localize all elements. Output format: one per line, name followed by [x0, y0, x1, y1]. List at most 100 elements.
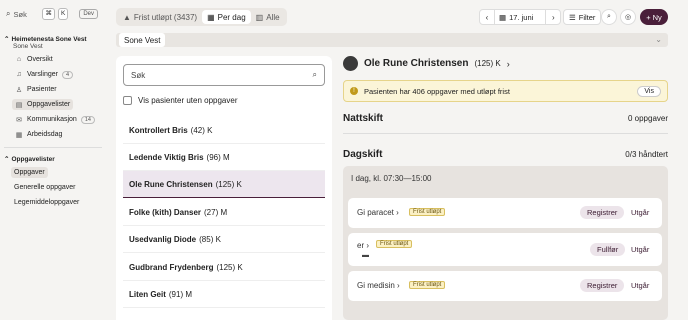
dev-badge[interactable]: Dev — [79, 9, 98, 19]
overdue-badge: Frist utløpt — [376, 240, 413, 248]
bell-icon: ♫ — [16, 71, 22, 78]
sidebar-item-label: Oversikt — [27, 56, 53, 63]
tab-label: Alle — [266, 12, 280, 22]
sidebar-list-legemiddel[interactable]: Legemiddeloppgaver — [11, 197, 82, 208]
sidebar-search[interactable]: ⌕ Søk ⌘ K Dev — [6, 8, 98, 20]
gear-icon: ◎ — [624, 14, 632, 21]
chevron-up-icon: ⌃ — [4, 36, 10, 43]
day-shift-block: I dag, kl. 07:30—15:00 Gi paracet › Fris… — [343, 166, 668, 320]
sidebar-item-oppgavelister[interactable]: ▤ Oppgavelister — [12, 99, 74, 110]
sidebar-item-pasienter[interactable]: ♙ Pasienter — [12, 84, 60, 95]
view-tabs: ▲ Frist utløpt (3437) ▦ Per dag ▥ Alle — [116, 8, 287, 26]
search-icon: ⌕ — [6, 9, 11, 18]
calendar-icon: ▦ — [207, 12, 215, 22]
patient-name: Usedvanlig Diode — [129, 234, 197, 244]
org-header[interactable]: ⌃ Heimetenesta Sone Vest — [4, 35, 87, 44]
patient-header[interactable]: Ole Rune Christensen (125) K › — [343, 56, 510, 71]
utgar-link[interactable]: Utgår — [631, 208, 649, 217]
settings-button[interactable]: ◎ — [620, 9, 636, 25]
list-item[interactable]: Usedvanlig Diode (85) K — [123, 226, 325, 253]
sidebar-divider — [4, 147, 102, 148]
patient-search-input[interactable]: Søk ⌕ — [123, 64, 325, 86]
card-icon: ▬ — [362, 252, 369, 259]
list-item[interactable]: Folke (kith) Danser (27) M — [123, 199, 325, 226]
home-icon: ⌂ — [16, 56, 22, 63]
patient-info: (27) M — [204, 207, 228, 217]
chevron-up-icon: ⌃ — [4, 156, 10, 163]
grid-icon: ▥ — [255, 12, 264, 22]
utgar-link[interactable]: Utgår — [631, 245, 649, 254]
sidebar-item-label: Oppgavelister — [27, 101, 71, 108]
list-item[interactable]: Liten Geit (91) M — [123, 281, 325, 308]
overdue-alert: ! Pasienten har 406 oppgaver med utløpt … — [343, 80, 668, 102]
sidebar-list-oppgaver[interactable]: Oppgaver — [11, 167, 48, 178]
utgar-link[interactable]: Utgår — [631, 281, 649, 290]
lists-title: Oppgavelister — [11, 155, 55, 163]
patient-name: Ole Rune Christensen — [129, 179, 213, 189]
chevron-down-icon[interactable]: ⌄ — [655, 35, 662, 44]
sidebar-item-arbeidsdag[interactable]: ▦ Arbeidsdag — [12, 129, 65, 140]
date-field[interactable]: ▦ 17. juni — [494, 10, 547, 24]
list-item-selected[interactable]: Ole Rune Christensen (125) K — [123, 171, 325, 198]
checkbox[interactable] — [123, 96, 132, 105]
checkbox-label: Vis pasienter uten oppgaver — [138, 96, 238, 105]
patient-info: (42) K — [190, 125, 213, 135]
date-label: 17. juni — [509, 12, 534, 22]
list-item[interactable]: Kontrollert Bris (42) K — [123, 117, 325, 144]
tab-per-dag[interactable]: ▦ Per dag — [202, 10, 251, 24]
search-icon: ⌕ — [607, 13, 611, 20]
org-title: Heimetenesta Sone Vest — [11, 35, 87, 43]
sidebar-item-label: Kommunikasjon — [27, 116, 77, 123]
tab-alle[interactable]: ▥ Alle — [251, 10, 285, 24]
chevron-left-icon[interactable]: ‹ — [480, 13, 494, 22]
count-badge: 4 — [62, 70, 74, 79]
patient-info: (91) M — [168, 289, 193, 299]
registrer-button[interactable]: Registrer — [580, 206, 625, 219]
fullfor-button[interactable]: Fullfør — [590, 243, 626, 256]
unit-chip[interactable]: Sone Vest — [119, 33, 166, 47]
night-shift-header: Nattskift 0 oppgaver — [343, 113, 668, 124]
task-row[interactable]: Gi paracet › Frist utløpt Registrer Utgå… — [348, 198, 662, 228]
search-button[interactable]: ⌕ — [601, 9, 617, 25]
task-row[interactable]: er › Frist utløpt ▬ Fullfør Utgår — [348, 233, 662, 266]
kbd-cmd: ⌘ — [42, 8, 55, 20]
new-button[interactable]: + Ny — [640, 9, 668, 25]
overdue-badge: Frist utløpt — [409, 208, 446, 216]
sidebar-list-generelle[interactable]: Generelle oppgaver — [11, 182, 79, 193]
list-item[interactable]: Ledende Viktig Bris (96) M — [123, 144, 325, 171]
patient-info: (125) K — [216, 262, 243, 272]
lists-header[interactable]: ⌃ Oppgavelister — [4, 155, 55, 164]
patient-name: Folke (kith) Danser — [129, 207, 202, 217]
patient-title: Ole Rune Christensen — [364, 58, 469, 69]
day-shift-title: Dagskift — [343, 149, 383, 160]
new-label: Ny — [652, 12, 662, 22]
calendar-icon: ▦ — [15, 131, 23, 139]
calendar-icon: ▦ — [499, 12, 507, 22]
filter-button[interactable]: ☰ Filter — [563, 9, 602, 25]
date-picker: ‹ ▦ 17. juni › — [479, 9, 562, 25]
user-icon: ♙ — [15, 86, 23, 94]
chevron-right-icon[interactable]: › — [546, 13, 560, 22]
task-row[interactable]: Gi medisin › Frist utløpt Registrer Utgå… — [348, 271, 662, 301]
count-badge: 14 — [80, 115, 95, 124]
sidebar-item-varslinger[interactable]: ♫ Varslinger 4 — [12, 69, 76, 80]
registrer-button[interactable]: Registrer — [580, 279, 625, 292]
filter-icon: ☰ — [569, 12, 576, 22]
vis-button[interactable]: Vis — [637, 85, 661, 97]
patient-title-info: (125) K — [474, 59, 501, 68]
sidebar-list-label: Generelle oppgaver — [14, 184, 76, 191]
show-empty-toggle[interactable]: Vis pasienter uten oppgaver — [123, 96, 237, 105]
tab-frist-utlopt[interactable]: ▲ Frist utløpt (3437) — [118, 10, 202, 24]
list-icon: ▤ — [15, 101, 23, 109]
patient-name: Kontrollert Bris — [129, 125, 188, 135]
patient-name: Ledende Viktig Bris — [129, 152, 204, 162]
unit-selector[interactable]: Sone Vest ⌄ — [116, 33, 668, 47]
filter-label: Filter — [578, 12, 596, 22]
warning-icon: ▲ — [123, 12, 131, 22]
sidebar-item-oversikt[interactable]: ⌂ Oversikt — [12, 54, 56, 65]
list-item[interactable]: Gudbrand Frydenberg (125) K — [123, 254, 325, 281]
sidebar-list-label: Legemiddeloppgaver — [14, 199, 80, 206]
sidebar-item-kommunikasjon[interactable]: ✉ Kommunikasjon 14 — [12, 114, 98, 125]
task-name: er › — [357, 241, 370, 250]
day-shift-header: Dagskift 0/3 håndtert — [343, 149, 668, 160]
